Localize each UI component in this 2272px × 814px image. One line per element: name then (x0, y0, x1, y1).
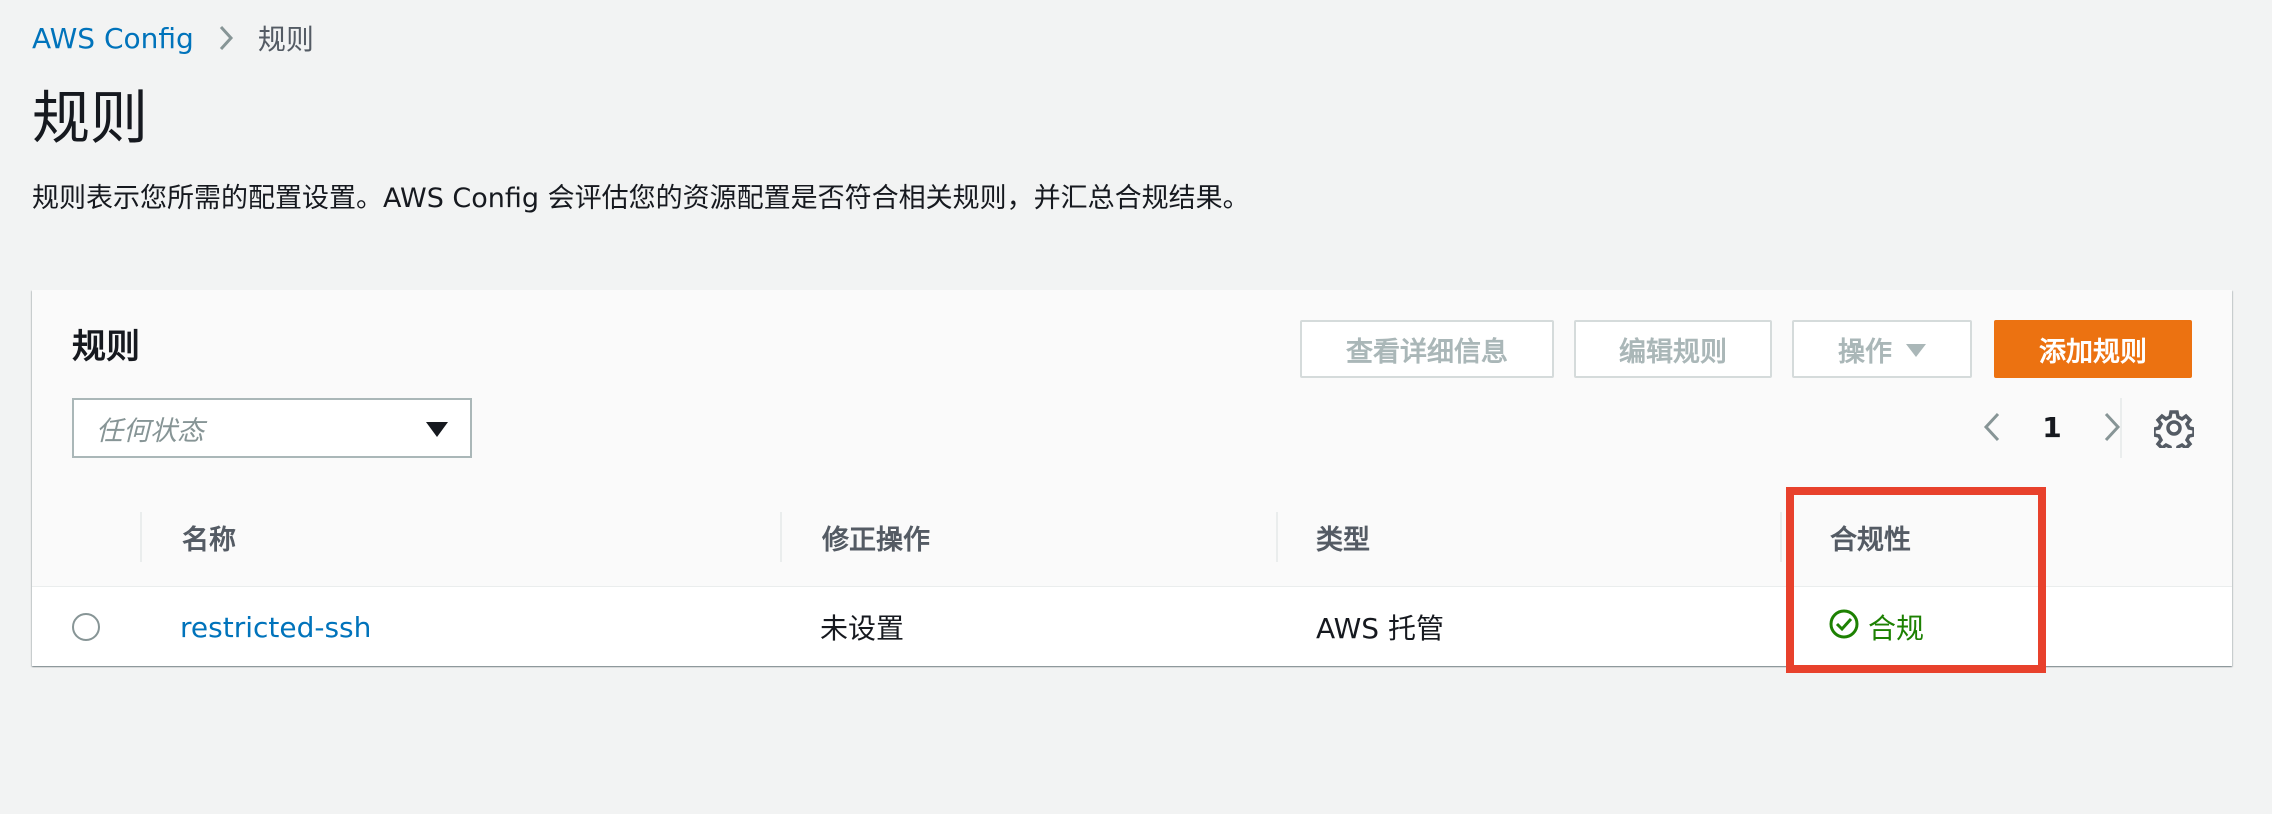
column-divider (1780, 512, 1782, 562)
caret-down-icon (1906, 334, 1926, 365)
actions-label: 操作 (1838, 336, 1892, 368)
column-divider (140, 512, 142, 562)
compliance-highlight-box (1786, 487, 2046, 673)
chevron-right-icon (214, 22, 238, 54)
pagination-divider (2120, 398, 2122, 458)
rules-panel-title: 规则 (72, 327, 140, 367)
actions-dropdown-button[interactable]: 操作 (1792, 320, 1972, 378)
rule-name-link[interactable]: restricted-ssh (180, 588, 371, 666)
column-divider (780, 512, 782, 562)
rules-page: AWS Config 规则 规则 规则表示您所需的配置设置。AWS Config… (0, 0, 2272, 814)
add-rule-button[interactable]: 添加规则 (1994, 320, 2192, 378)
pagination: 1 (1972, 394, 2132, 460)
breadcrumb-aws-config-link[interactable]: AWS Config (32, 22, 194, 55)
add-rule-label: 添加规则 (2039, 336, 2147, 368)
edit-rule-button[interactable]: 编辑规则 (1574, 320, 1772, 378)
edit-rule-label: 编辑规则 (1619, 336, 1727, 368)
column-header-remediation[interactable]: 修正操作 (822, 488, 930, 586)
row-select-radio[interactable] (72, 613, 100, 641)
chevron-right-icon[interactable] (2092, 407, 2132, 447)
chevron-left-icon[interactable] (1972, 407, 2012, 447)
rule-remediation: 未设置 (820, 612, 905, 645)
page-title: 规则 (32, 84, 149, 152)
page-description: 规则表示您所需的配置设置。AWS Config 会评估您的资源配置是否符合相关规… (32, 183, 1250, 214)
rules-panel-header: 规则 查看详细信息 编辑规则 操作 添加规则 任何状态 1 (32, 290, 2232, 489)
column-header-type[interactable]: 类型 (1316, 488, 1370, 586)
status-filter-placeholder: 任何状态 (96, 415, 204, 447)
caret-down-icon (426, 413, 448, 444)
breadcrumb: AWS Config 规则 (32, 18, 314, 58)
pagination-current-page[interactable]: 1 (2012, 411, 2092, 444)
breadcrumb-current: 规则 (257, 23, 314, 56)
rule-type: AWS 托管 (1316, 612, 1444, 645)
view-details-button[interactable]: 查看详细信息 (1300, 320, 1554, 378)
gear-icon[interactable] (2152, 408, 2196, 454)
column-divider (1276, 512, 1278, 562)
status-filter-select[interactable]: 任何状态 (72, 398, 472, 458)
column-header-name[interactable]: 名称 (182, 488, 236, 586)
view-details-label: 查看详细信息 (1346, 336, 1508, 368)
